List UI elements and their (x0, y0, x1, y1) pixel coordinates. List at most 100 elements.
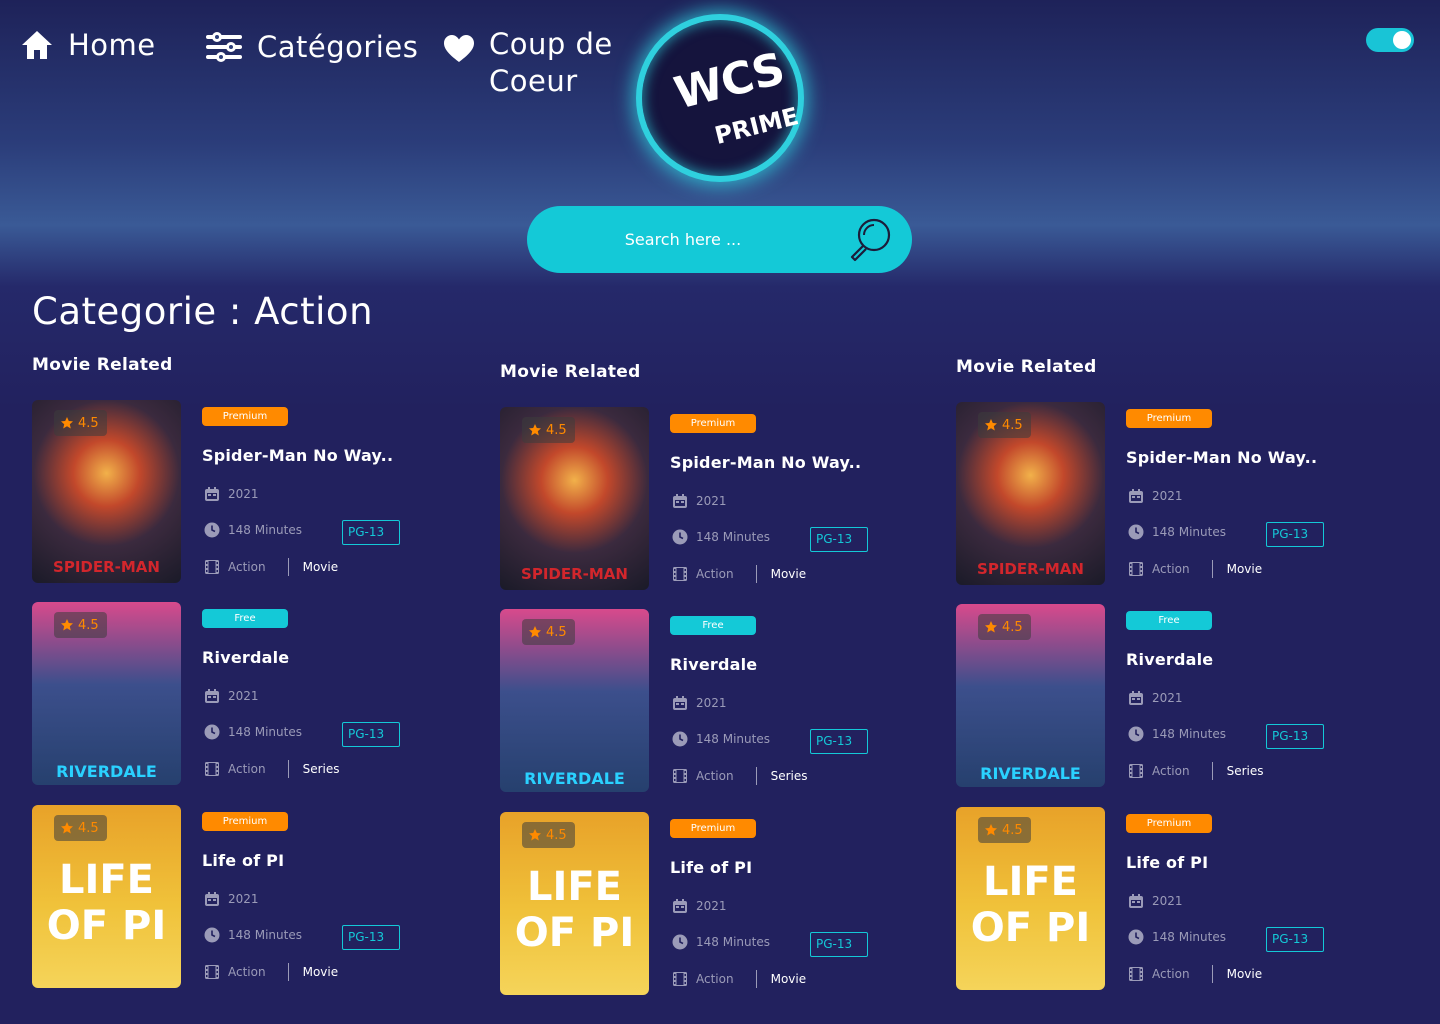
column-title: Movie Related (500, 362, 641, 382)
movie-poster[interactable]: SPIDER-MAN 4.5 (956, 402, 1105, 585)
year-text: 2021 (696, 696, 727, 710)
duration-text: 148 Minutes (696, 732, 770, 746)
rating-value: 4.5 (78, 617, 99, 633)
movie-card[interactable]: SPIDER-MAN 4.5 Premium Spider-Man No Way… (956, 402, 1376, 586)
column-title: Movie Related (956, 357, 1097, 377)
genre-type: Action Movie (1128, 965, 1262, 983)
logo-text-secondary: PRIME (711, 102, 802, 150)
movie-card[interactable]: SPIDER-MAN 4.5 Premium Spider-Man No Way… (500, 407, 920, 591)
star-icon (61, 417, 73, 429)
clock-icon (204, 927, 220, 943)
movie-title[interactable]: Life of PI (202, 851, 284, 870)
type-text: Series (770, 769, 808, 783)
year-text: 2021 (1152, 894, 1183, 908)
genre-text: Action (1152, 562, 1190, 576)
movie-poster[interactable]: LIFE OF PI 4.5 (32, 805, 181, 988)
certificate-badge: PG-13 (342, 722, 400, 747)
star-icon (985, 621, 997, 633)
nav-categories[interactable]: Catégories (205, 30, 418, 64)
duration: 148 Minutes (1128, 726, 1226, 742)
movie-card[interactable]: RIVERDALE 4.5 Free Riverdale 2021 148 Mi… (32, 602, 452, 786)
movie-poster[interactable]: SPIDER-MAN 4.5 (500, 407, 649, 590)
year-text: 2021 (1152, 489, 1183, 503)
movie-title[interactable]: Spider-Man No Way.. (202, 446, 393, 465)
movie-title[interactable]: Riverdale (670, 655, 757, 674)
certificate-badge: PG-13 (810, 527, 868, 552)
movie-card[interactable]: LIFE OF PI 4.5 Premium Life of PI 2021 1… (500, 812, 920, 996)
brand-logo[interactable]: WCS PRIME (636, 14, 804, 182)
poster-title-text: RIVERDALE (56, 762, 157, 781)
movie-title[interactable]: Spider-Man No Way.. (670, 453, 861, 472)
poster-title-text: RIVERDALE (524, 769, 625, 788)
duration: 148 Minutes (204, 724, 302, 740)
star-icon (61, 619, 73, 631)
search-input[interactable] (533, 230, 833, 249)
page-title: Categorie : Action (32, 290, 374, 333)
type-text: Movie (770, 567, 807, 581)
clock-icon (1128, 524, 1144, 540)
movie-title[interactable]: Life of PI (1126, 853, 1208, 872)
poster-title-text: LIFE OF PI (970, 859, 1091, 951)
movie-card[interactable]: SPIDER-MAN 4.5 Premium Spider-Man No Way… (32, 400, 452, 584)
film-icon (205, 560, 219, 574)
type-text: Movie (1226, 562, 1263, 576)
year-text: 2021 (228, 689, 259, 703)
type-text: Movie (770, 972, 807, 986)
movie-poster[interactable]: LIFE OF PI 4.5 (500, 812, 649, 995)
duration-text: 148 Minutes (1152, 727, 1226, 741)
year-text: 2021 (696, 494, 727, 508)
year-text: 2021 (228, 892, 259, 906)
movie-card[interactable]: RIVERDALE 4.5 Free Riverdale 2021 148 Mi… (956, 604, 1376, 788)
release-year: 2021 (204, 688, 259, 704)
poster-title-text: LIFE OF PI (46, 857, 167, 949)
nav-home[interactable]: Home (20, 28, 156, 62)
divider (1211, 762, 1213, 780)
access-badge: Free (670, 616, 756, 635)
access-badge: Premium (670, 819, 756, 838)
movie-poster[interactable]: SPIDER-MAN 4.5 (32, 400, 181, 583)
star-icon (985, 419, 997, 431)
genre-text: Action (1152, 967, 1190, 981)
movie-card[interactable]: RIVERDALE 4.5 Free Riverdale 2021 148 Mi… (500, 609, 920, 793)
movie-title[interactable]: Spider-Man No Way.. (1126, 448, 1317, 467)
calendar-icon (1129, 489, 1143, 503)
rating-badge: 4.5 (522, 417, 575, 443)
duration-text: 148 Minutes (696, 935, 770, 949)
type-text: Series (1226, 764, 1264, 778)
star-icon (985, 824, 997, 836)
release-year: 2021 (1128, 690, 1183, 706)
duration: 148 Minutes (1128, 524, 1226, 540)
film-icon (673, 567, 687, 581)
film-icon (205, 965, 219, 979)
star-icon (529, 626, 541, 638)
movie-poster[interactable]: RIVERDALE 4.5 (956, 604, 1105, 787)
movie-poster[interactable]: RIVERDALE 4.5 (32, 602, 181, 785)
genre-text: Action (696, 567, 734, 581)
search-icon[interactable] (848, 215, 894, 263)
movie-title[interactable]: Riverdale (1126, 650, 1213, 669)
star-icon (529, 829, 541, 841)
divider (755, 767, 757, 785)
movie-card[interactable]: LIFE OF PI 4.5 Premium Life of PI 2021 1… (32, 805, 452, 989)
genre-text: Action (228, 560, 266, 574)
nav-favorites-label-line2: Coeur (489, 64, 578, 98)
calendar-icon (1129, 894, 1143, 908)
release-year: 2021 (1128, 893, 1183, 909)
rating-badge: 4.5 (54, 815, 107, 841)
movie-title[interactable]: Riverdale (202, 648, 289, 667)
rating-value: 4.5 (1002, 822, 1023, 838)
star-icon (61, 822, 73, 834)
clock-icon (672, 731, 688, 747)
theme-toggle[interactable] (1366, 28, 1414, 52)
genre-type: Action Series (204, 760, 340, 778)
rating-badge: 4.5 (978, 817, 1031, 843)
release-year: 2021 (1128, 488, 1183, 504)
nav-favorites[interactable]: Coup de Coeur (443, 27, 613, 100)
year-text: 2021 (228, 487, 259, 501)
movie-title[interactable]: Life of PI (670, 858, 752, 877)
film-icon (673, 769, 687, 783)
movie-poster[interactable]: RIVERDALE 4.5 (500, 609, 649, 792)
movie-poster[interactable]: LIFE OF PI 4.5 (956, 807, 1105, 990)
nav-favorites-label-line1: Coup de (489, 27, 613, 61)
movie-card[interactable]: LIFE OF PI 4.5 Premium Life of PI 2021 1… (956, 807, 1376, 991)
